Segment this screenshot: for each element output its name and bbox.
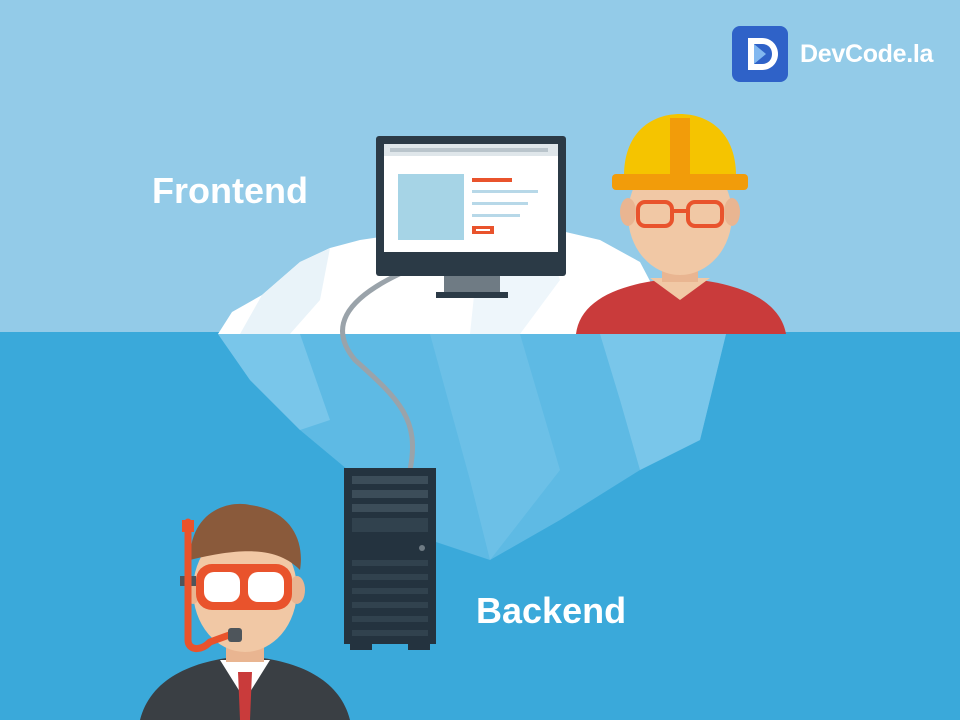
devcode-logo-icon [732,26,788,82]
monitor [376,136,566,298]
iceberg-illustration: DevCode.la Frontend Backend [0,0,960,720]
server-tower [344,468,436,650]
brand-logo[interactable]: DevCode.la [732,26,933,82]
brand-name: DevCode.la [800,39,934,68]
frontend-label: Frontend [152,170,308,211]
backend-label: Backend [476,590,627,631]
